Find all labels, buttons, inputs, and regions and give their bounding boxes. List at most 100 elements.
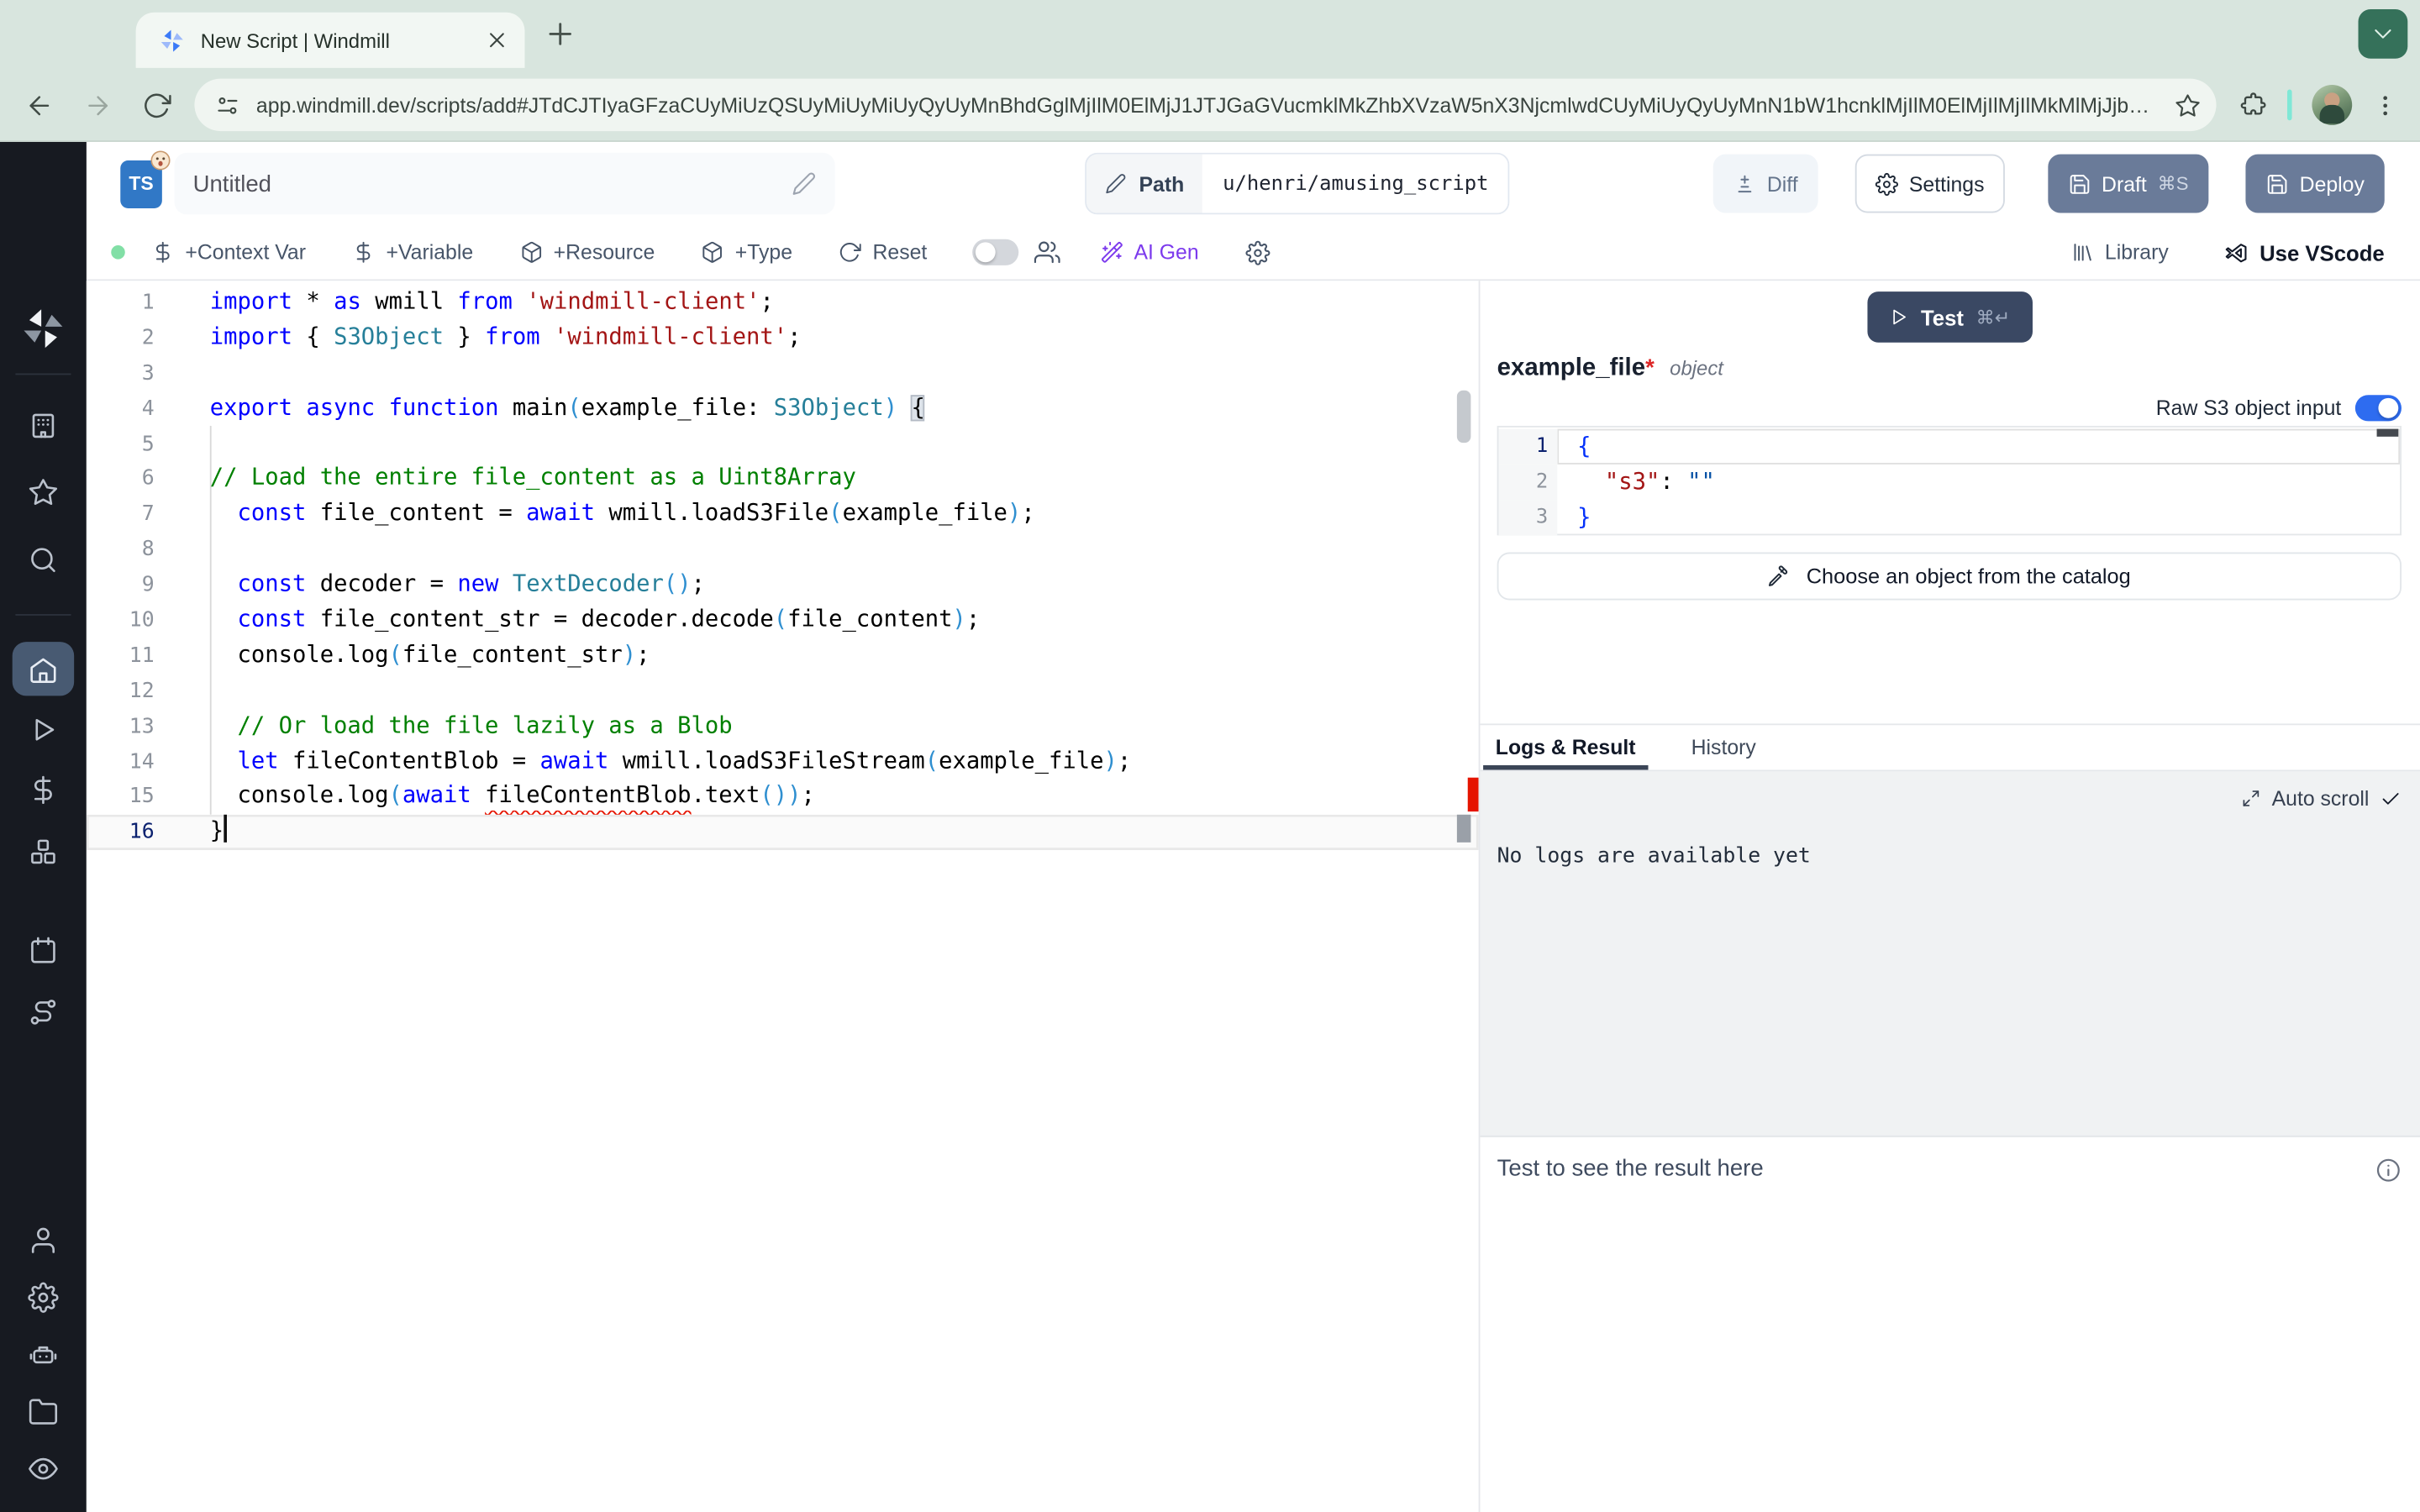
new-tab-button[interactable] xyxy=(544,17,577,50)
code-line[interactable]: 16} xyxy=(87,815,1479,850)
scrollbar-decoration[interactable] xyxy=(1457,391,1471,443)
sidebar-item-users[interactable] xyxy=(28,1225,59,1256)
windmill-logo-icon[interactable] xyxy=(20,306,66,352)
code-line[interactable]: 3 xyxy=(87,356,1479,391)
forward-button[interactable] xyxy=(83,90,113,119)
reset-button[interactable]: Reset xyxy=(839,241,927,265)
browser-menu-icon[interactable] xyxy=(2372,92,2398,118)
add-context-var-label: +Context Var xyxy=(185,241,306,265)
code-lines[interactable]: 1import * as wmill from 'windmill-client… xyxy=(87,281,1479,850)
ai-gen-label: AI Gen xyxy=(1134,241,1198,265)
draft-shortcut: ⌘S xyxy=(2158,173,2189,195)
editor-settings-gear-icon[interactable] xyxy=(1245,240,1270,265)
extensions-icon[interactable] xyxy=(2239,91,2267,118)
package-icon xyxy=(701,241,724,265)
auto-scroll-control[interactable]: Auto scroll xyxy=(1497,787,2402,811)
library-button[interactable]: Library xyxy=(2071,241,2169,265)
code-line[interactable]: 2import { S3Object } from 'windmill-clie… xyxy=(87,321,1479,356)
choose-object-button[interactable]: Choose an object from the catalog xyxy=(1497,553,2402,601)
code-line[interactable]: 9 const decoder = new TextDecoder(); xyxy=(87,568,1479,603)
sidebar-item-workers[interactable] xyxy=(28,1339,59,1370)
sidebar-item-home[interactable] xyxy=(13,642,74,696)
script-title-input[interactable]: Untitled xyxy=(175,153,835,214)
code-line[interactable]: 2 "s3": "" xyxy=(1498,465,2400,500)
sidebar-item-search[interactable] xyxy=(28,544,59,575)
sidebar-item-flows[interactable] xyxy=(28,997,59,1028)
edit-pencil-icon[interactable] xyxy=(792,171,816,196)
add-variable-label: +Variable xyxy=(386,241,473,265)
sidebar-divider xyxy=(15,614,71,616)
code-line[interactable]: 7 const file_content = await wmill.loadS… xyxy=(87,497,1479,533)
line-number: 3 xyxy=(1498,500,1557,535)
code-line[interactable]: 4export async function main(example_file… xyxy=(87,391,1479,427)
profile-avatar[interactable] xyxy=(2312,85,2352,125)
add-type-label: +Type xyxy=(735,241,792,265)
line-number: 3 xyxy=(87,356,155,391)
add-variable-button[interactable]: +Variable xyxy=(352,241,473,265)
use-vscode-button[interactable]: Use VScode xyxy=(2224,240,2385,265)
save-icon xyxy=(2068,172,2091,196)
site-settings-icon[interactable] xyxy=(214,92,240,118)
sidebar-item-settings[interactable] xyxy=(28,1282,59,1313)
browser-tab[interactable]: New Script | Windmill xyxy=(136,13,525,68)
line-number: 6 xyxy=(87,462,155,497)
code-line[interactable]: 14 let fileContentBlob = await wmill.loa… xyxy=(87,744,1479,780)
raw-s3-toggle[interactable] xyxy=(2355,394,2402,420)
code-editor[interactable]: 1import * as wmill from 'windmill-client… xyxy=(87,281,1479,1512)
scrollbar-decoration[interactable] xyxy=(1457,815,1471,843)
test-button[interactable]: Test ⌘↵ xyxy=(1867,291,2033,343)
sidebar-item-schedules[interactable] xyxy=(28,935,59,966)
logs-pane: Auto scroll No logs are available yet xyxy=(1480,771,2420,1137)
draft-button[interactable]: Draft ⌘S xyxy=(2048,155,2209,213)
code-line[interactable]: 1{ xyxy=(1498,429,2400,465)
line-number: 1 xyxy=(1498,429,1557,465)
collaborators-icon[interactable] xyxy=(1034,239,1060,265)
info-icon[interactable] xyxy=(2375,1158,2402,1184)
expand-icon[interactable] xyxy=(2241,789,2261,809)
code-line[interactable]: 15 console.log(await fileContentBlob.tex… xyxy=(87,780,1479,815)
collab-toggle[interactable] xyxy=(972,239,1018,265)
deploy-button[interactable]: Deploy xyxy=(2245,155,2384,213)
sidebar-item-workspace[interactable] xyxy=(28,411,59,442)
code-line[interactable]: 5 xyxy=(87,427,1479,462)
close-tab-icon[interactable] xyxy=(485,28,509,52)
sidebar-item-runs[interactable] xyxy=(28,714,59,745)
code-line[interactable]: 11 console.log(file_content_str); xyxy=(87,638,1479,674)
code-line[interactable]: 12 xyxy=(87,674,1479,709)
code-line[interactable]: 8 xyxy=(87,533,1479,568)
code-line[interactable]: 10 const file_content_str = decoder.deco… xyxy=(87,603,1479,638)
back-button[interactable] xyxy=(24,90,54,119)
dollar-icon xyxy=(352,241,376,265)
text-cursor xyxy=(224,815,227,843)
bookmark-star-icon[interactable] xyxy=(2175,92,2201,118)
add-type-button[interactable]: +Type xyxy=(701,241,792,265)
code-line[interactable]: 6// Load the entire file_content as a Ui… xyxy=(87,462,1479,497)
add-context-var-button[interactable]: +Context Var xyxy=(151,241,306,265)
reload-button[interactable] xyxy=(142,90,171,119)
vscode-icon xyxy=(2224,240,2249,265)
json-input-editor[interactable]: 1{2 "s3": ""3} xyxy=(1497,426,2402,535)
tab-search-button[interactable] xyxy=(2359,9,2408,59)
tab-logs-result[interactable]: Logs & Result xyxy=(1483,725,1648,769)
path-field[interactable]: Path u/henri/amusing_script xyxy=(1085,153,1510,214)
pencil-icon xyxy=(1105,173,1127,195)
sidebar-item-resources[interactable] xyxy=(28,837,59,868)
ai-gen-button[interactable]: AI Gen xyxy=(1100,241,1199,265)
sidebar-item-audit-logs[interactable] xyxy=(28,1453,59,1484)
url-text[interactable]: app.windmill.dev/scripts/add#JTdCJTIyaGF… xyxy=(256,93,2160,117)
sidebar-item-folders[interactable] xyxy=(28,1396,59,1427)
line-number: 13 xyxy=(87,709,155,744)
address-bar[interactable]: app.windmill.dev/scripts/add#JTdCJTIyaGF… xyxy=(194,79,2216,131)
sidebar-item-favorites[interactable] xyxy=(28,477,59,508)
code-line[interactable]: 3} xyxy=(1498,500,2400,535)
sidebar-item-variables[interactable] xyxy=(28,774,59,806)
code-line[interactable]: 1import * as wmill from 'windmill-client… xyxy=(87,286,1479,321)
code-line[interactable]: 13 // Or load the file lazily as a Blob xyxy=(87,709,1479,744)
tab-history[interactable]: History xyxy=(1679,725,1769,769)
add-resource-button[interactable]: +Resource xyxy=(519,241,655,265)
result-pane: Test to see the result here xyxy=(1480,1137,2420,1512)
diff-button[interactable]: Diff xyxy=(1713,155,1818,213)
path-value[interactable]: u/henri/amusing_script xyxy=(1202,155,1508,213)
sidebar-divider xyxy=(15,373,71,375)
settings-button[interactable]: Settings xyxy=(1855,155,2005,213)
